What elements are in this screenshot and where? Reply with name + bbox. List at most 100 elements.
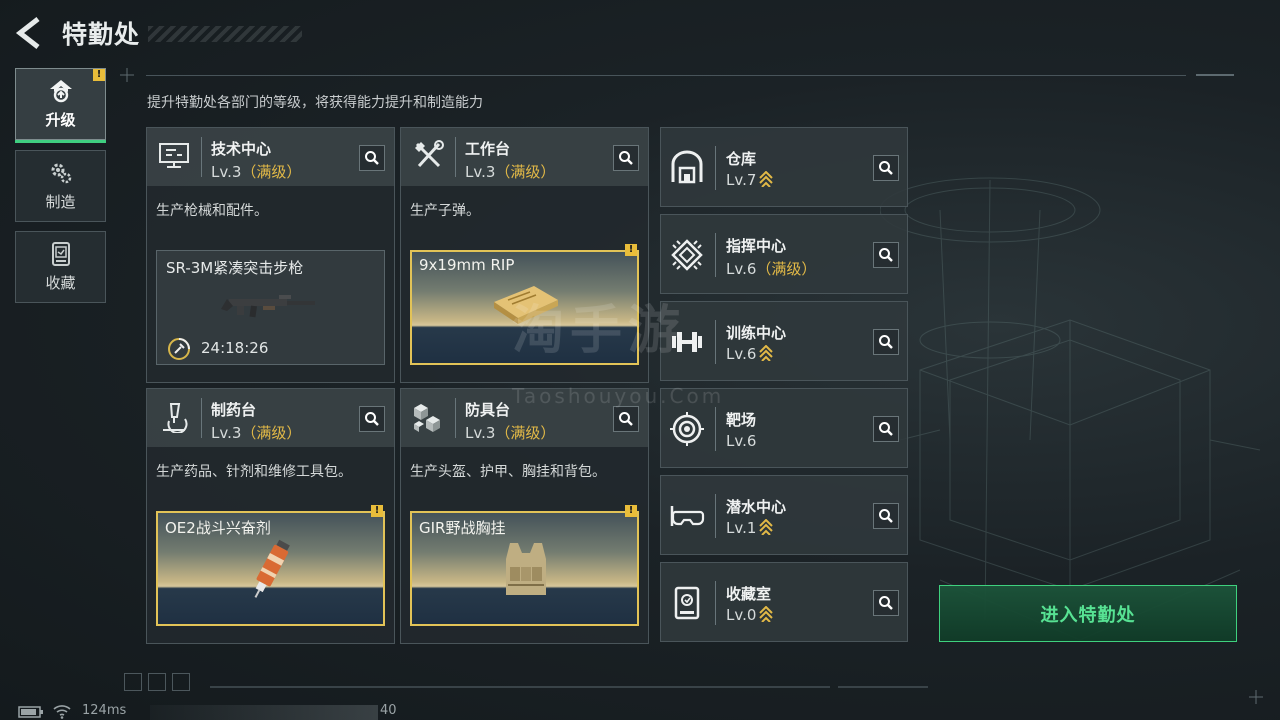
dept-description: 生产药品、针剂和维修工具包。 [156,464,352,480]
facility-name: 收藏室 [726,585,772,603]
facility-level: Lv.7 [726,171,774,189]
facility-level: Lv.6（满级） [726,260,817,278]
facility-level: Lv.6 [726,345,774,363]
dept-description: 生产子弹。 [410,203,480,219]
dept-level: Lv.3（满级） [465,163,556,181]
facility-level: Lv.1 [726,519,774,537]
enter-special-ops-button[interactable]: 进入特勤处 [939,585,1237,642]
magnifier-icon [879,422,893,436]
chip-icon [671,239,703,271]
production-slot[interactable]: OE2战斗兴奋剂 [156,511,385,626]
inspect-button[interactable] [613,406,639,432]
inspect-button[interactable] [873,242,899,268]
max-level-tag: （满级） [756,260,817,278]
hud-line [838,686,928,688]
upgrade-icon [49,80,72,103]
inspect-button[interactable] [873,590,899,616]
hud-square [124,673,142,691]
nav-upgrade-warning-badge: ! [93,69,105,81]
tools-icon [415,140,444,168]
page-title: 特勤处 [62,20,141,49]
max-level-tag: （满级） [495,424,556,442]
max-level-tag: （满级） [241,163,302,181]
production-timer: 24:18:26 [201,339,269,357]
dept-card-armory[interactable]: 防具台 Lv.3（满级） 生产头盔、护甲、胸挂和背包。 GIR野战胸挂 ! [400,388,649,644]
page-subtitle: 提升特勤处各部门的等级，将获得能力提升和制造能力 [147,95,483,111]
facility-name: 潜水中心 [726,498,787,516]
magnifier-icon [879,161,893,175]
nav-collection-label: 收藏 [45,274,76,292]
title-decoration [148,26,302,42]
inspect-button[interactable] [613,145,639,171]
card-header: 制药台 Lv.3（满级） [147,389,394,447]
computer-icon [159,143,189,168]
upgrade-available-icon [759,519,774,535]
warehouse-icon [671,150,703,184]
facility-diving-center[interactable]: 潜水中心 Lv.1 [660,475,908,555]
inspect-button[interactable] [873,503,899,529]
upgrade-available-icon [759,606,774,622]
dept-level: Lv.3（满级） [465,424,556,442]
product-name: SR-3M紧凑突击步枪 [166,259,304,277]
inspect-button[interactable] [873,329,899,355]
facility-name: 指挥中心 [726,237,787,255]
back-arrow-icon[interactable] [14,16,44,50]
inspect-button[interactable] [873,416,899,442]
nav-craft-label: 制造 [45,193,76,211]
production-slot[interactable]: SR-3M紧凑突击步枪 24:18:26 [156,250,385,365]
timer-wrench-icon [168,338,190,360]
inspect-button[interactable] [359,406,385,432]
max-level-tag: （满级） [495,163,556,181]
card-header: 工作台 Lv.3（满级） [401,128,648,186]
header-divider-accent [1196,74,1234,76]
dept-card-tech-center[interactable]: 技术中心 Lv.3（满级） 生产枪械和配件。 SR-3M紧凑突击步枪 24:18… [146,127,395,383]
facility-command-center[interactable]: 指挥中心 Lv.6（满级） [660,214,908,294]
injector-image [254,539,290,598]
chest-rig-image [506,543,546,595]
facility-collection-room[interactable]: 收藏室 Lv.0 [660,562,908,642]
fps-bar [150,705,378,720]
collection-icon [51,242,70,266]
microscope-icon [163,403,188,433]
dept-name: 技术中心 [211,140,272,158]
dept-name: 工作台 [465,140,511,158]
max-level-tag: （满级） [241,424,302,442]
product-warning-badge: ! [625,505,637,517]
enter-button-label: 进入特勤处 [1040,604,1136,626]
wifi-icon [53,705,71,719]
battery-icon [18,706,43,718]
inspect-button[interactable] [873,155,899,181]
product-name: OE2战斗兴奋剂 [165,519,271,537]
magnifier-icon [619,151,633,165]
magnifier-icon [879,596,893,610]
inspect-button[interactable] [359,145,385,171]
dept-description: 生产枪械和配件。 [156,203,268,219]
facility-training-center[interactable]: 训练中心 Lv.6 [660,301,908,381]
dept-card-pharmacy[interactable]: 制药台 Lv.3（满级） 生产药品、针剂和维修工具包。 OE2战斗兴奋剂 ! [146,388,395,644]
dept-description: 生产头盔、护甲、胸挂和背包。 [410,464,606,480]
upgrade-available-icon [759,171,774,187]
gears-icon [51,163,71,184]
product-name: GIR野战胸挂 [419,519,506,537]
facility-level: Lv.6 [726,432,757,450]
nav-upgrade-label: 升级 [45,111,76,129]
upgrade-available-icon [759,345,774,361]
magnifier-icon [365,412,379,426]
header-divider [146,75,1186,76]
facility-warehouse[interactable]: 仓库 Lv.7 [660,127,908,207]
target-icon [670,412,704,446]
dept-level: Lv.3（满级） [211,424,302,442]
ping-readout: 124ms [82,703,127,718]
collection-room-icon [674,586,700,620]
diving-mask-icon [670,506,705,526]
facility-level: Lv.0 [726,606,774,624]
rifle-image [221,295,315,318]
product-warning-badge: ! [371,505,383,517]
magnifier-icon [879,335,893,349]
product-name: 9x19mm RIP [419,256,515,274]
production-slot[interactable]: GIR野战胸挂 [410,511,639,626]
nav-collection[interactable]: 收藏 [15,231,106,303]
dept-name: 防具台 [465,401,511,419]
nav-upgrade[interactable]: 升级 ! [15,68,106,143]
nav-craft[interactable]: 制造 [15,150,106,222]
